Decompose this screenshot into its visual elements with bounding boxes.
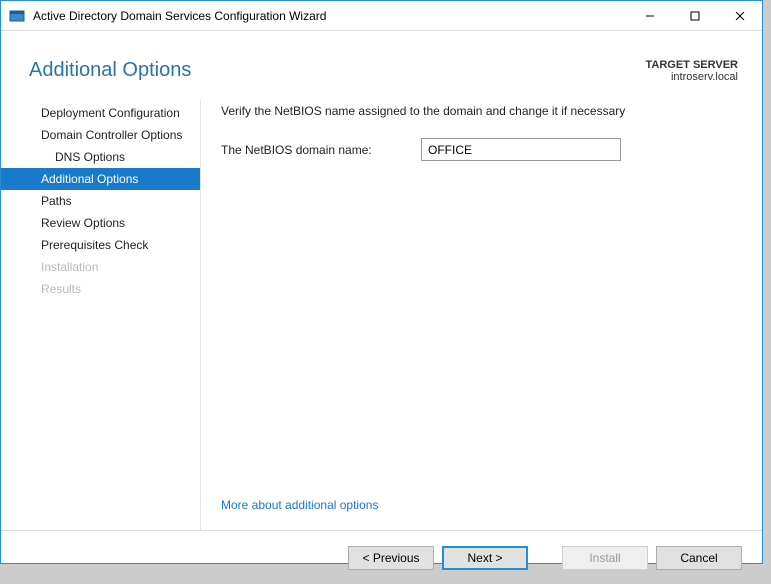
sidebar-item-dns-options[interactable]: DNS Options: [1, 146, 200, 168]
sidebar-item-domain-controller-options[interactable]: Domain Controller Options: [1, 124, 200, 146]
window-title: Active Directory Domain Services Configu…: [33, 9, 326, 23]
close-button[interactable]: [717, 1, 762, 30]
sidebar-item-results: Results: [1, 278, 200, 300]
previous-button[interactable]: < Previous: [348, 546, 434, 570]
cancel-button[interactable]: Cancel: [656, 546, 742, 570]
page-title: Additional Options: [29, 59, 734, 82]
sidebar-item-paths[interactable]: Paths: [1, 190, 200, 212]
body-region: Deployment Configuration Domain Controll…: [1, 100, 762, 530]
header-region: Additional Options TARGET SERVER introse…: [1, 31, 762, 100]
target-server-label: TARGET SERVER: [646, 59, 739, 71]
target-server-block: TARGET SERVER introserv.local: [646, 59, 739, 83]
sidebar-item-installation: Installation: [1, 256, 200, 278]
netbios-input[interactable]: [421, 138, 621, 161]
wizard-window: Active Directory Domain Services Configu…: [0, 0, 763, 564]
netbios-field-row: The NetBIOS domain name:: [221, 138, 742, 161]
titlebar: Active Directory Domain Services Configu…: [1, 1, 762, 31]
window-controls: [627, 1, 762, 30]
more-about-link[interactable]: More about additional options: [221, 498, 742, 512]
sidebar-item-deployment-configuration[interactable]: Deployment Configuration: [1, 102, 200, 124]
sidebar: Deployment Configuration Domain Controll…: [1, 100, 201, 530]
netbios-label: The NetBIOS domain name:: [221, 143, 421, 157]
footer-region: < Previous Next > Install Cancel: [1, 530, 762, 584]
instruction-text: Verify the NetBIOS name assigned to the …: [221, 104, 742, 118]
sidebar-item-additional-options[interactable]: Additional Options: [1, 168, 200, 190]
install-button: Install: [562, 546, 648, 570]
maximize-button[interactable]: [672, 1, 717, 30]
target-server-value: introserv.local: [646, 71, 739, 83]
next-button[interactable]: Next >: [442, 546, 528, 570]
app-icon: [9, 8, 25, 24]
sidebar-item-review-options[interactable]: Review Options: [1, 212, 200, 234]
minimize-button[interactable]: [627, 1, 672, 30]
sidebar-item-prerequisites-check[interactable]: Prerequisites Check: [1, 234, 200, 256]
main-pane: Verify the NetBIOS name assigned to the …: [201, 100, 762, 530]
